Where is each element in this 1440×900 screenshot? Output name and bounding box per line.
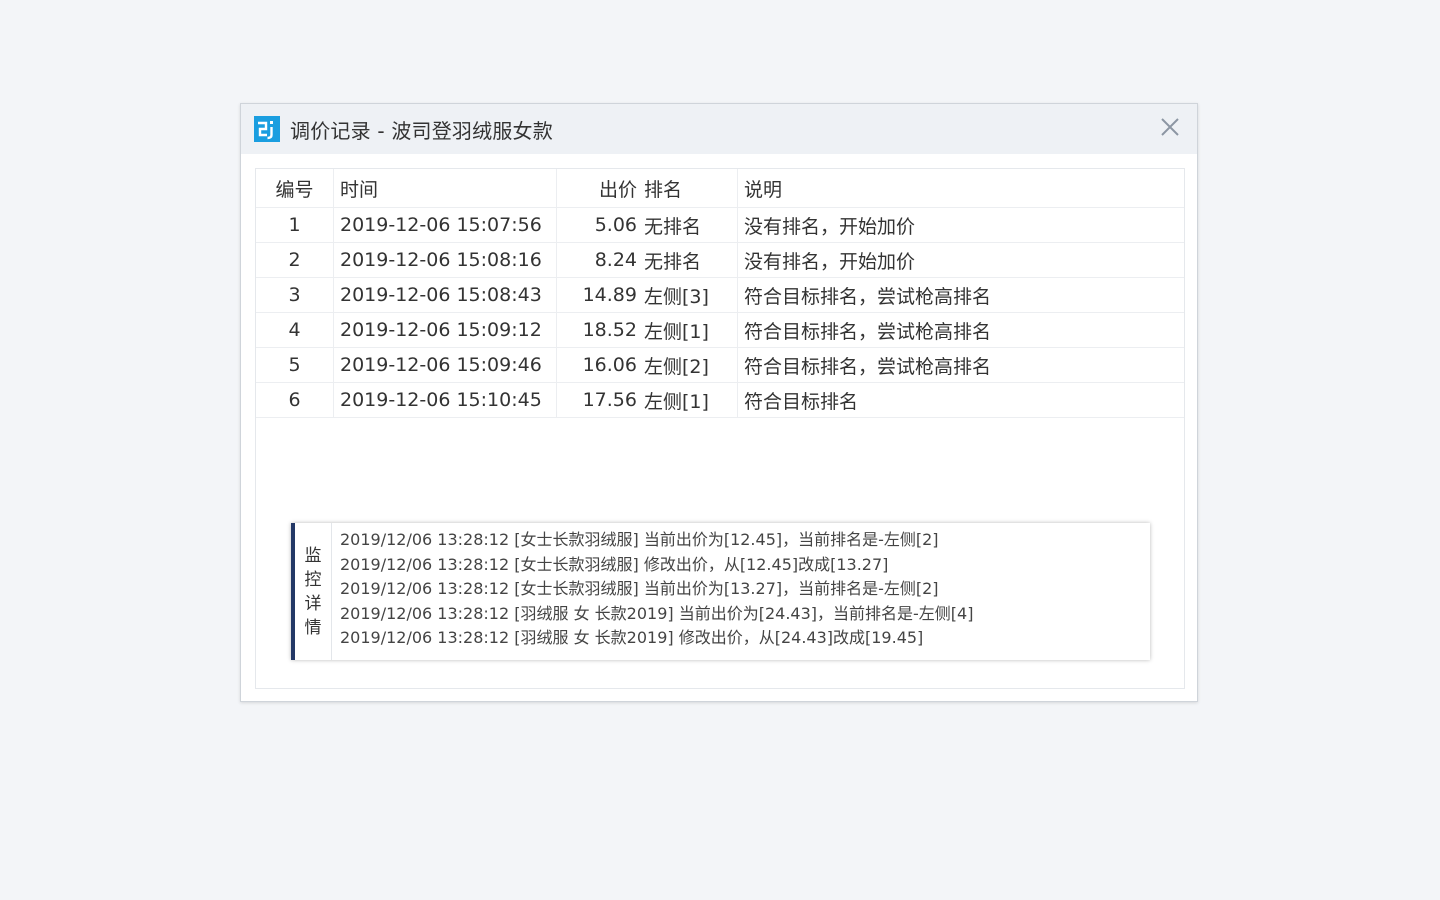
cell-desc: 没有排名，开始加价 [737,207,1184,243]
cell-price: 8.24 [556,242,640,278]
monitor-label-char: 情 [304,617,322,638]
log-line: 2019/12/06 13:28:12 [羽绒服 女 长款2019] 当前出价为… [340,603,974,623]
header-id[interactable]: 编号 [256,169,334,208]
table-row[interactable]: 4 2019-12-06 15:09:12 18.52 左侧[1] 符合目标排名… [256,312,1184,348]
cell-price: 17.56 [556,382,640,418]
monitor-log: 2019/12/06 13:28:12 [女士长款羽绒服] 当前出价为[12.4… [332,523,973,660]
cell-rank: 无排名 [640,207,738,243]
cell-time: 2019-12-06 15:10:45 [333,382,557,418]
cell-price: 16.06 [556,347,640,383]
cell-desc: 符合目标排名，尝试枪高排名 [737,312,1184,348]
log-line: 2019/12/06 13:28:12 [女士长款羽绒服] 当前出价为[12.4… [340,530,939,549]
table-row[interactable]: 3 2019-12-06 15:08:43 14.89 左侧[3] 符合目标排名… [256,277,1184,313]
cell-id: 3 [256,277,334,313]
header-rank[interactable]: 排名 [640,169,738,208]
price-adjust-dialog: 调价记录 - 波司登羽绒服女款 编号 时间 出价 排名 说明 1 2019-12… [240,103,1198,702]
table-row[interactable]: 1 2019-12-06 15:07:56 5.06 无排名 没有排名，开始加价 [256,207,1184,243]
cell-time: 2019-12-06 15:08:43 [333,277,557,313]
cell-id: 4 [256,312,334,348]
cell-id: 5 [256,347,334,383]
cell-time: 2019-12-06 15:08:16 [333,242,557,278]
cell-desc: 没有排名，开始加价 [737,242,1184,278]
monitor-label-char: 监 [304,545,322,566]
header-time[interactable]: 时间 [333,169,557,208]
log-line: 2019/12/06 13:28:12 [女士长款羽绒服] 修改出价，从[12.… [340,554,889,574]
cell-desc: 符合目标排名，尝试枪高排名 [737,277,1184,313]
cell-rank: 左侧[1] [640,382,738,418]
dialog-titlebar: 调价记录 - 波司登羽绒服女款 [241,104,1197,154]
monitor-label-char: 详 [304,593,322,614]
cell-rank: 无排名 [640,242,738,278]
table-header-row: 编号 时间 出价 排名 说明 [256,169,1184,208]
table-row[interactable]: 6 2019-12-06 15:10:45 17.56 左侧[1] 符合目标排名 [256,382,1184,418]
cell-id: 2 [256,242,334,278]
close-button[interactable] [1159,116,1181,138]
monitor-details-panel: 监 控 详 情 2019/12/06 13:28:12 [女士长款羽绒服] 当前… [291,523,1150,660]
close-icon [1161,118,1179,136]
cell-id: 6 [256,382,334,418]
cell-time: 2019-12-06 15:07:56 [333,207,557,243]
cell-time: 2019-12-06 15:09:12 [333,312,557,348]
monitor-label-char: 控 [304,569,322,590]
dialog-content: 编号 时间 出价 排名 说明 1 2019-12-06 15:07:56 5.0… [255,168,1185,689]
monitor-label: 监 控 详 情 [295,523,332,660]
log-line: 2019/12/06 13:28:12 [羽绒服 女 长款2019] 修改出价，… [340,628,924,648]
cell-rank: 左侧[2] [640,347,738,383]
cell-rank: 左侧[3] [640,277,738,313]
header-desc[interactable]: 说明 [737,169,1184,208]
cell-rank: 左侧[1] [640,312,738,348]
app-logo-icon [254,116,280,142]
dialog-title: 调价记录 - 波司登羽绒服女款 [290,118,553,143]
cell-desc: 符合目标排名，尝试枪高排名 [737,347,1184,383]
cell-time: 2019-12-06 15:09:46 [333,347,557,383]
cell-price: 5.06 [556,207,640,243]
cell-id: 1 [256,207,334,243]
price-record-table: 编号 时间 出价 排名 说明 1 2019-12-06 15:07:56 5.0… [256,169,1184,418]
cell-desc: 符合目标排名 [737,382,1184,418]
table-row[interactable]: 5 2019-12-06 15:09:46 16.06 左侧[2] 符合目标排名… [256,347,1184,383]
cell-price: 14.89 [556,277,640,313]
cell-price: 18.52 [556,312,640,348]
header-price[interactable]: 出价 [556,169,640,208]
table-row[interactable]: 2 2019-12-06 15:08:16 8.24 无排名 没有排名，开始加价 [256,242,1184,278]
log-line: 2019/12/06 13:28:12 [女士长款羽绒服] 当前出价为[13.2… [340,579,939,599]
